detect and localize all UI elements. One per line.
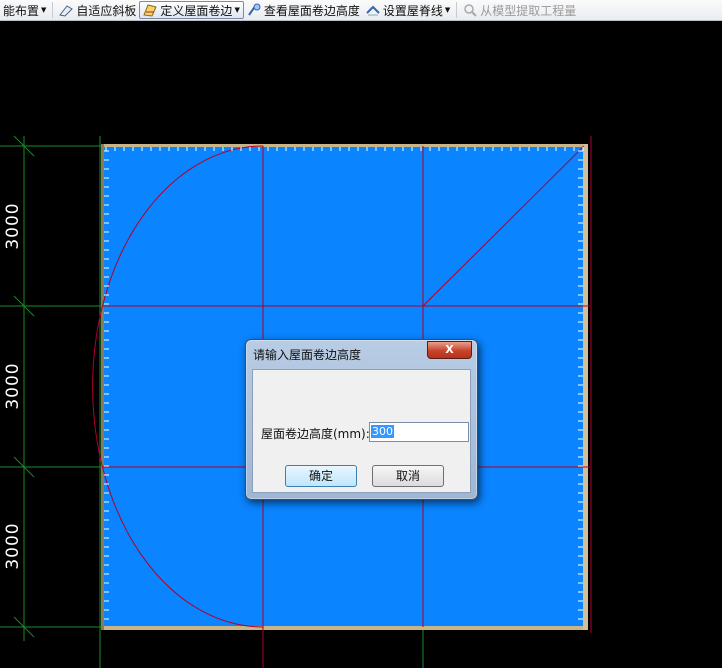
- separator: [456, 2, 458, 18]
- toolbar-view-height-button[interactable]: 查看屋面卷边高度: [244, 1, 363, 19]
- roof-upturn-height-dialog: 请输入屋面卷边高度 X 屋面卷边高度(mm): 300 确定 取消: [245, 339, 478, 500]
- extract-quantity-icon: [464, 4, 477, 17]
- toolbar-label: 定义屋面卷边: [160, 3, 233, 18]
- height-input[interactable]: 300: [369, 422, 469, 442]
- cancel-button[interactable]: 取消: [372, 465, 444, 487]
- dropdown-arrow-icon[interactable]: ▼: [445, 6, 450, 14]
- dropdown-arrow-icon[interactable]: ▼: [234, 6, 239, 14]
- view-height-icon: [248, 3, 261, 16]
- toolbar-ridge-line-button[interactable]: 设置屋脊线 ▼: [363, 1, 453, 19]
- toolbar-label: 能布置: [3, 3, 40, 18]
- toolbar-label: 自适应斜板: [76, 3, 137, 18]
- toolbar: 能布置 ▼ 自适应斜板 定义屋面卷边 ▼ 查看屋面卷边高度 设置屋脊线 ▼ 从模…: [0, 0, 722, 21]
- dialog-body: 屋面卷边高度(mm): 300 确定 取消: [252, 369, 471, 493]
- toolbar-adaptive-slope-button[interactable]: 自适应斜板: [56, 1, 139, 19]
- slope-slab-icon: [59, 5, 74, 17]
- toolbar-label: 查看屋面卷边高度: [263, 3, 360, 18]
- define-upturn-icon: [143, 4, 158, 17]
- dropdown-arrow-icon[interactable]: ▼: [41, 6, 46, 14]
- toolbar-extract-quantity-button[interactable]: 从模型提取工程量: [460, 1, 579, 19]
- close-button[interactable]: X: [427, 341, 472, 359]
- toolbar-label: 设置屋脊线: [382, 3, 443, 18]
- dialog-title: 请输入屋面卷边高度: [253, 348, 362, 362]
- separator: [52, 2, 54, 18]
- dimension-label: 3000: [3, 362, 23, 410]
- toolbar-define-upturn-button[interactable]: 定义屋面卷边 ▼: [139, 1, 244, 19]
- height-input-value: 300: [371, 425, 394, 438]
- toolbar-layout-button[interactable]: 能布置 ▼: [0, 1, 49, 19]
- toolbar-label: 从模型提取工程量: [480, 3, 577, 18]
- height-field-label: 屋面卷边高度(mm):: [261, 427, 370, 441]
- dimension-label: 3000: [3, 522, 23, 570]
- ridge-line-icon: [366, 5, 380, 16]
- dimension-label: 3000: [3, 202, 23, 250]
- ok-button[interactable]: 确定: [285, 465, 357, 487]
